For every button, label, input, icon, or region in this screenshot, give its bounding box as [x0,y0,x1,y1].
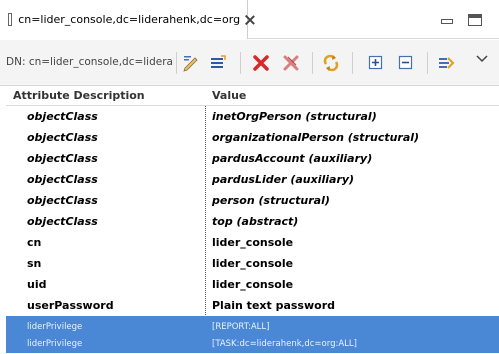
navigate-icon[interactable] [437,54,455,72]
table-row[interactable]: objectClass organizationalPerson (struct… [6,127,499,148]
toolbar-separator [352,52,353,74]
editor-toolbar: DN: cn=lider_console,dc=liderahenk,dc=or… [0,40,499,86]
expand-all-icon[interactable] [367,54,385,72]
collapse-all-icon[interactable] [397,54,415,72]
value-cell: [TASK:dc=liderahenk,dc=org:ALL] [212,339,357,349]
minimize-icon[interactable] [440,14,454,26]
value-cell: lider_console [212,236,294,249]
close-tab-icon[interactable] [244,14,247,26]
attribute-cell: objectClass [27,110,98,123]
column-header-attribute[interactable]: Attribute Description [13,89,145,102]
delete-icon[interactable] [252,54,270,72]
value-cell: organizationalPerson (structural) [212,131,420,144]
edit-icon[interactable] [182,54,200,72]
entry-editor-tab[interactable]: cn=lider_console,dc=liderahenk,dc=org [0,0,248,39]
table-row[interactable]: objectClass person (structural) [6,190,499,211]
value-cell: person (structural) [212,194,330,207]
rename-icon[interactable] [209,54,227,72]
attribute-cell: liderPrivilege [27,339,83,349]
attribute-cell: objectClass [27,194,98,207]
maximize-icon[interactable] [468,14,482,26]
table-row-selected[interactable]: liderPrivilege [TASK:dc=liderahenk,dc=or… [6,333,499,353]
table-row[interactable]: sn lider_console [6,253,499,274]
table-row[interactable]: objectClass pardusAccount (auxiliary) [6,148,499,169]
table-row[interactable]: objectClass top (abstract) [6,211,499,232]
table-row[interactable]: userPassword Plain text password [6,295,499,316]
value-cell: pardusLider (auxiliary) [212,173,355,186]
value-cell: Plain text password [212,299,335,312]
table-row[interactable]: objectClass pardusLider (auxiliary) [6,169,499,190]
attribute-table: Attribute Description Value objectClass … [6,88,499,354]
value-cell: pardusAccount (auxiliary) [212,152,373,165]
value-cell: lider_console [212,278,294,291]
attribute-cell: userPassword [27,299,114,312]
attribute-cell: objectClass [27,152,98,165]
value-cell: top (abstract) [212,215,299,228]
view-menu-icon[interactable] [475,54,489,64]
toolbar-separator [427,52,428,74]
value-cell: inetOrgPerson (structural) [212,110,377,123]
attribute-cell: liderPrivilege [27,322,83,332]
table-row[interactable]: cn lider_console [6,232,499,253]
entry-editor-icon [8,13,13,26]
attribute-cell: objectClass [27,215,98,228]
dn-label: DN: cn=lider_console,dc=liderahenk,dc=or… [6,56,174,68]
editor-tab-bar: cn=lider_console,dc=liderahenk,dc=org [0,0,499,39]
attribute-cell: uid [27,278,47,291]
table-header: Attribute Description Value [6,88,499,106]
attribute-cell: sn [27,257,42,270]
value-cell: [REPORT:ALL] [212,322,270,332]
delete-all-icon[interactable] [282,54,300,72]
attribute-cell: objectClass [27,173,98,186]
refresh-icon[interactable] [322,54,340,72]
toolbar-separator [176,52,177,74]
table-row[interactable]: objectClass inetOrgPerson (structural) [6,106,499,127]
attribute-cell: cn [27,236,42,249]
tab-title: cn=lider_console,dc=liderahenk,dc=org [18,13,241,26]
toolbar-separator [312,52,313,74]
value-cell: lider_console [212,257,294,270]
toolbar-separator [240,52,241,74]
column-header-value[interactable]: Value [212,89,246,102]
table-row[interactable]: uid lider_console [6,274,499,295]
attribute-cell: objectClass [27,131,98,144]
